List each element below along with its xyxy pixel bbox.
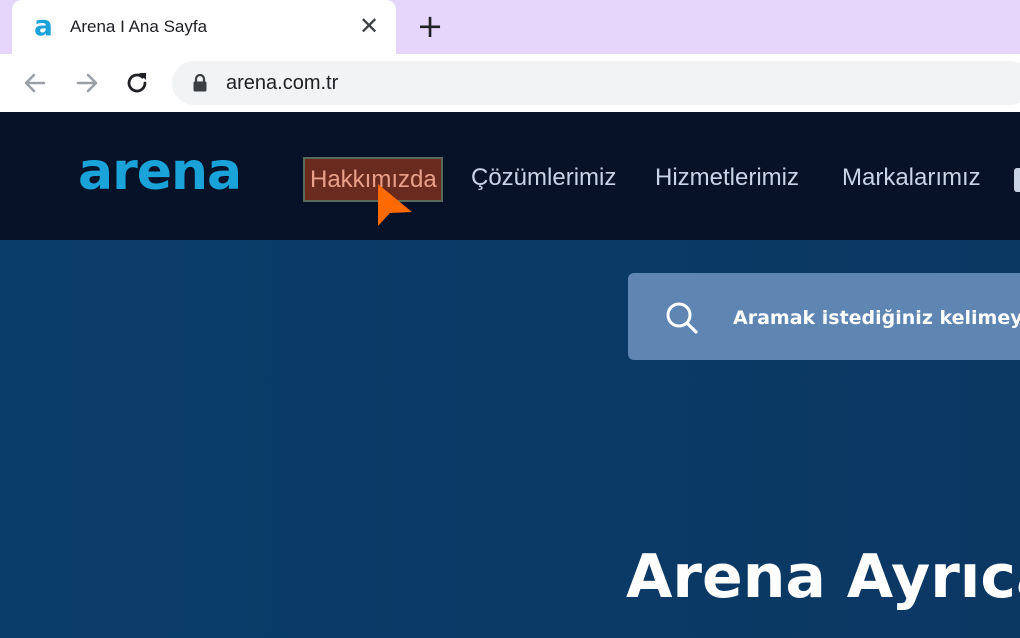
pointer-cursor-icon [378, 184, 412, 226]
arrow-right-icon[interactable] [70, 66, 104, 100]
lock-icon[interactable] [192, 73, 208, 93]
favicon-icon: a [34, 9, 53, 42]
nav-item-brands[interactable]: Markalarımız [842, 164, 981, 192]
tab-title: Arena I Ana Sayfa [70, 17, 208, 36]
new-tab-button[interactable]: + [414, 10, 446, 42]
search-box[interactable] [628, 273, 1020, 360]
browser-tab[interactable]: a Arena I Ana Sayfa ✕ [12, 0, 396, 54]
browser-toolbar: arena.com.tr [0, 54, 1020, 112]
nav-item-about[interactable]: Hakkımızda [303, 157, 443, 202]
browser-tab-bar: a Arena I Ana Sayfa ✕ + [0, 0, 1020, 54]
site-header: arena Hakkımızda Çözümlerimiz Hizmetleri… [0, 112, 1020, 240]
hero-section: Arena Ayrıca [0, 240, 1020, 638]
close-tab-icon[interactable]: ✕ [358, 13, 380, 39]
search-icon[interactable] [664, 300, 700, 336]
arrow-left-icon[interactable] [18, 66, 52, 100]
search-input[interactable] [733, 305, 1020, 331]
nav-item-services[interactable]: Hizmetlerimiz [655, 164, 799, 192]
arena-logo[interactable]: arena [78, 142, 242, 202]
hero-title: Arena Ayrıca [626, 542, 1020, 612]
nav-item-next-partial[interactable] [1014, 168, 1020, 192]
address-bar[interactable]: arena.com.tr [172, 61, 1020, 105]
nav-item-solutions[interactable]: Çözümlerimiz [471, 164, 616, 192]
reload-icon[interactable] [120, 66, 154, 100]
url-text[interactable]: arena.com.tr [226, 72, 338, 95]
